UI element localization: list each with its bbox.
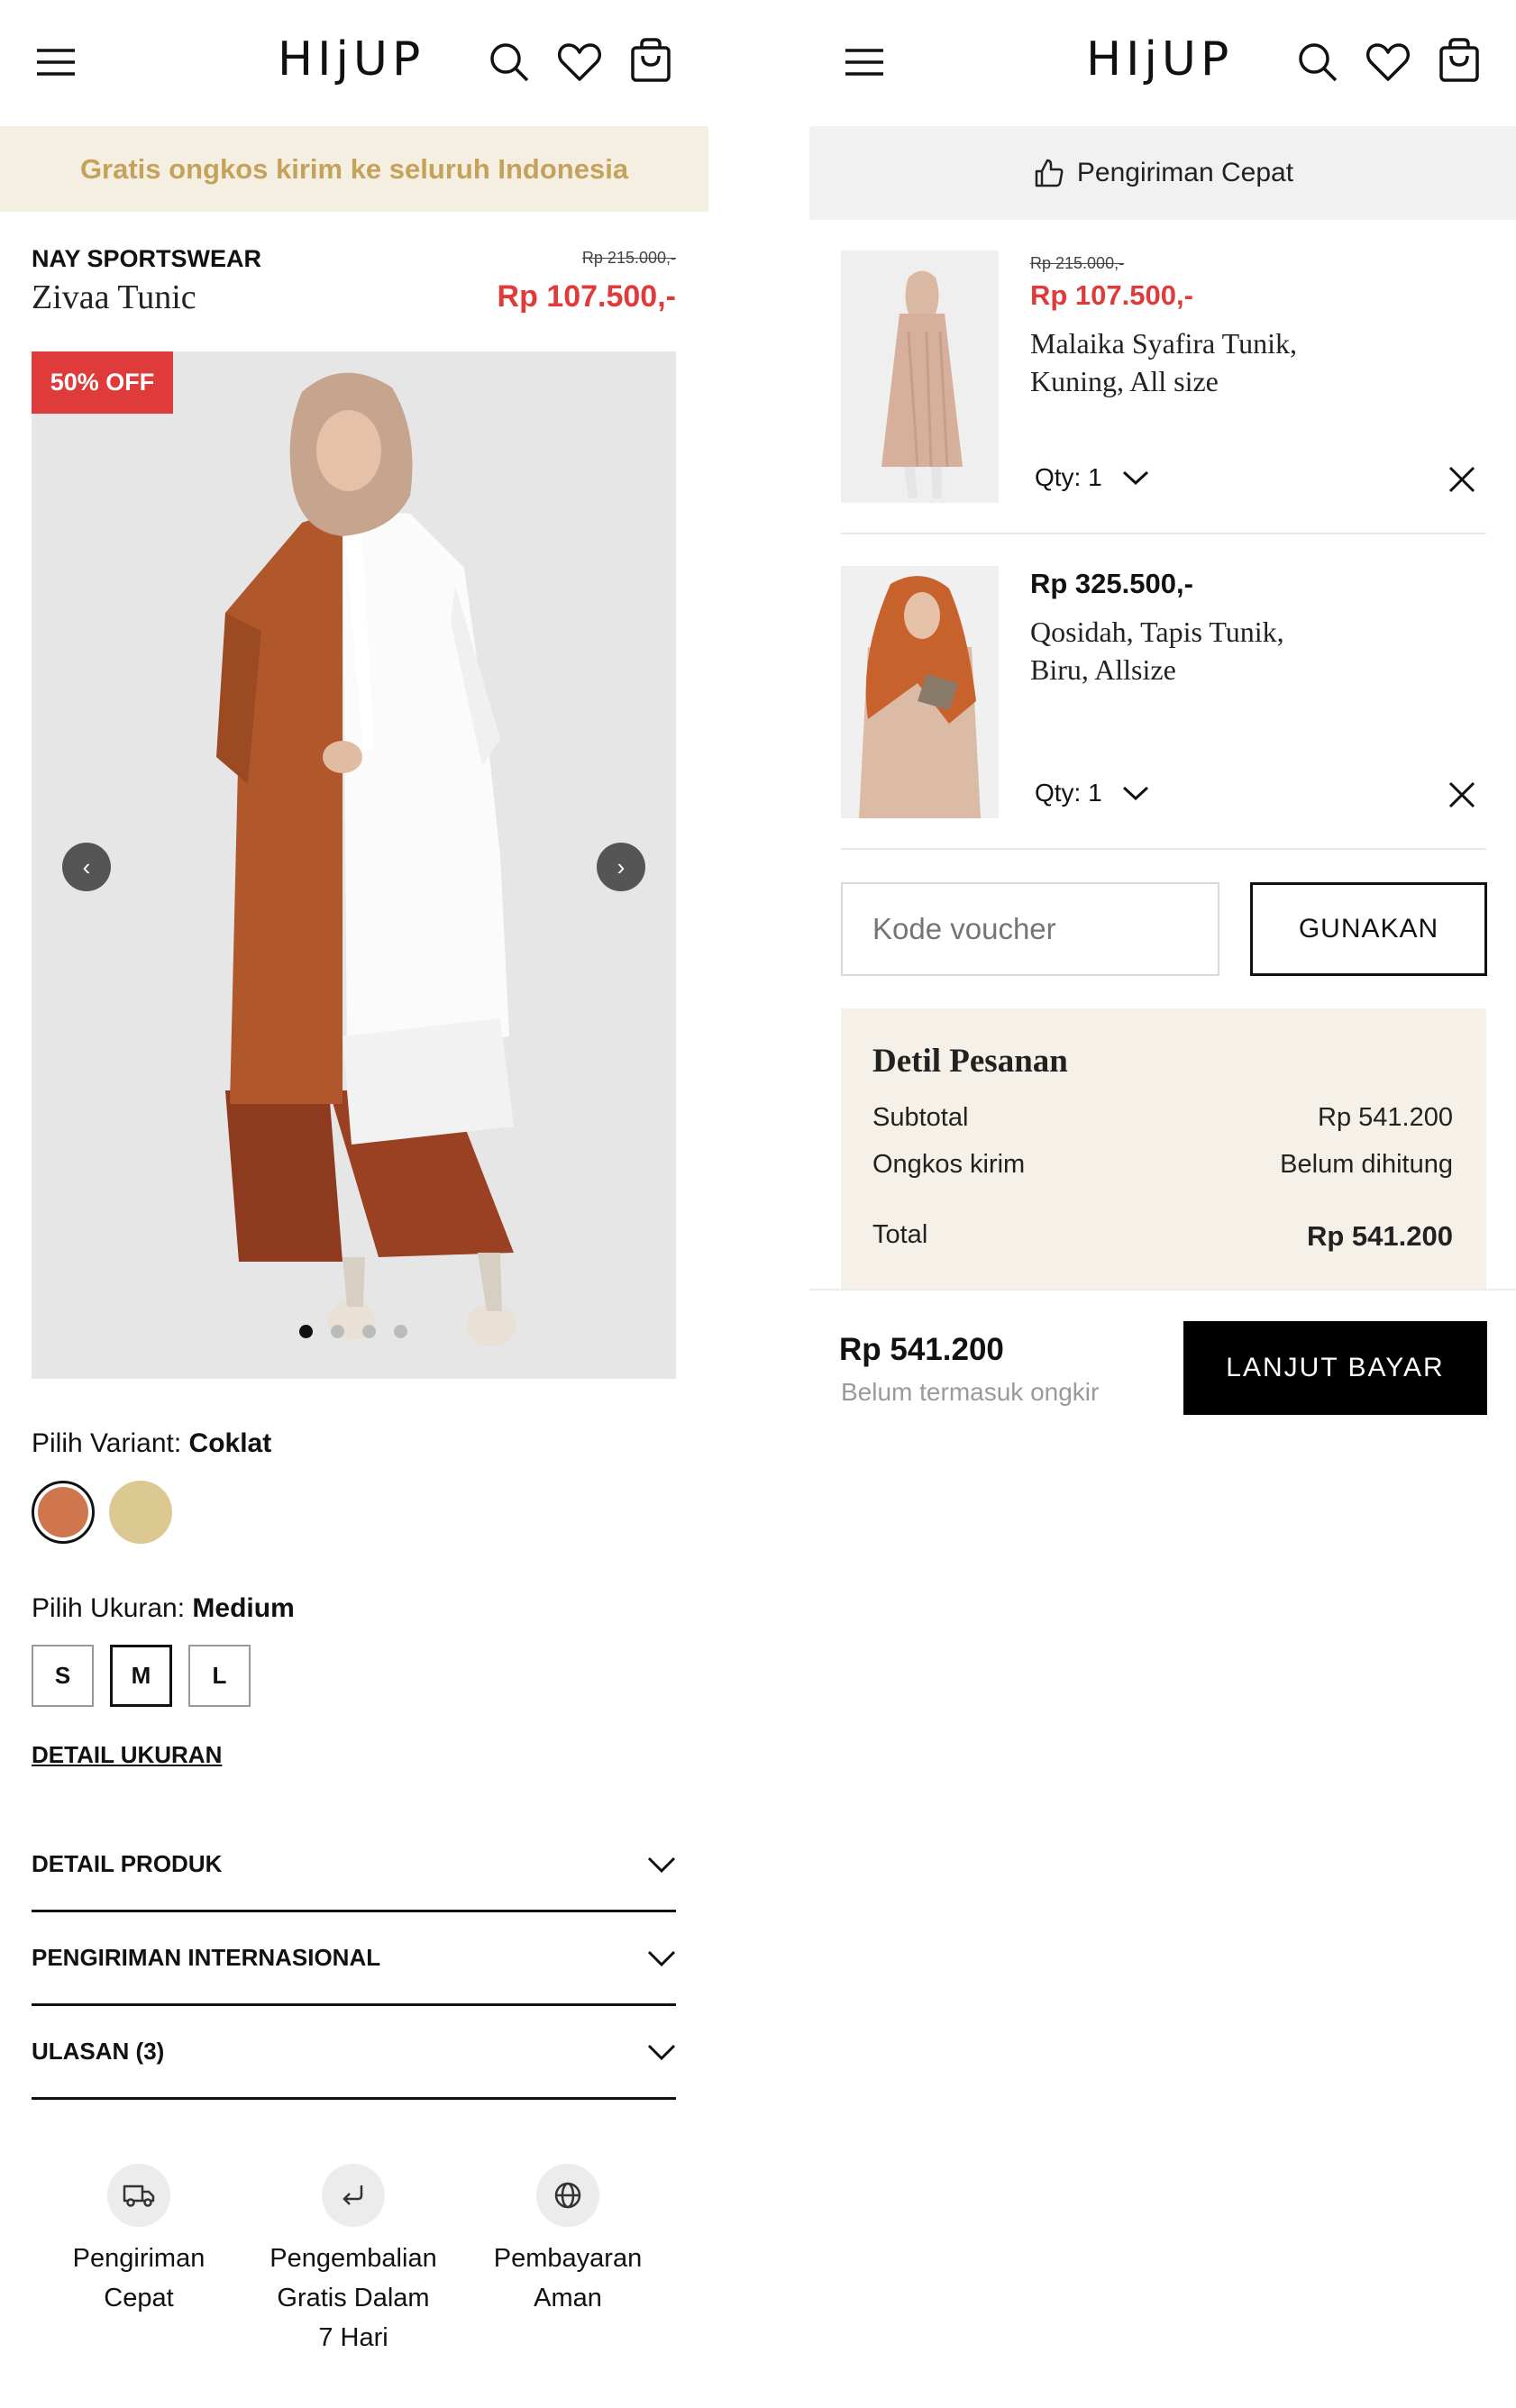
total-label: Total xyxy=(872,1220,928,1249)
item-divider xyxy=(841,533,1486,534)
subtotal-value: Rp 541.200 xyxy=(1318,1103,1453,1132)
menu-icon[interactable] xyxy=(842,40,887,85)
size-option-s[interactable]: S xyxy=(32,1645,94,1707)
accordion-detail-produk[interactable]: DETAIL PRODUK xyxy=(32,1819,676,1912)
thumbs-up-icon xyxy=(1035,159,1064,187)
shopping-bag-icon[interactable] xyxy=(1437,38,1482,83)
cart-item-name-line: Biru, Allsize xyxy=(1030,653,1176,686)
feature-free-returns: Pengembalian Gratis Dalam 7 Hari xyxy=(245,2239,461,2358)
feature-line: Cepat xyxy=(104,2284,174,2312)
cart-item-name-line: Malaika Syafira Tunik, xyxy=(1030,327,1297,360)
quantity-select[interactable]: Qty: 1 xyxy=(1035,779,1149,807)
feature-line: Aman xyxy=(534,2284,602,2312)
product-photo xyxy=(32,351,676,1379)
search-icon[interactable] xyxy=(1295,40,1340,85)
carousel-dot-2[interactable] xyxy=(331,1325,344,1338)
accordion-label: ULASAN (3) xyxy=(32,2038,165,2065)
feature-secure-payment: Pembayaran Aman xyxy=(478,2239,658,2318)
truck-icon xyxy=(107,2164,170,2227)
quantity-value: Qty: 1 xyxy=(1035,779,1102,807)
accordion-label: DETAIL PRODUK xyxy=(32,1850,223,1877)
brand-logo[interactable]: HIjUP xyxy=(278,32,425,87)
cart-item-price: Rp 325.500,- xyxy=(1030,568,1193,599)
shipping-label: Ongkos kirim xyxy=(872,1150,1026,1179)
size-label-row: Pilih Ukuran: Medium xyxy=(32,1593,295,1624)
feature-line: Pengiriman xyxy=(72,2244,205,2273)
free-shipping-banner: Gratis ongkos kirim ke seluruh Indonesia xyxy=(0,126,708,212)
size-selected: Medium xyxy=(192,1593,295,1623)
cart-item-name[interactable]: Malaika Syafira Tunik, Kuning, All size xyxy=(1030,324,1297,400)
original-price: Rp 215.000,- xyxy=(581,249,676,267)
total-value: Rp 541.200 xyxy=(1307,1220,1453,1252)
return-icon xyxy=(322,2164,385,2227)
heart-icon[interactable] xyxy=(1365,40,1411,85)
variant-label: Pilih Variant: xyxy=(32,1428,182,1458)
total-row: Total Rp 541.200 xyxy=(872,1220,1453,1253)
search-icon[interactable] xyxy=(487,40,532,85)
banner-text: Pengiriman Cepat xyxy=(1076,158,1294,187)
shipping-value: Belum dihitung xyxy=(1280,1150,1453,1179)
feature-fast-shipping: Pengiriman Cepat xyxy=(49,2239,229,2318)
cart-item-name[interactable]: Qosidah, Tapis Tunik, Biru, Allsize xyxy=(1030,613,1284,689)
size-option-l[interactable]: L xyxy=(188,1645,251,1707)
fast-shipping-banner: Pengiriman Cepat xyxy=(809,126,1516,220)
product-brand[interactable]: NAY SPORTSWEAR xyxy=(32,245,261,273)
remove-item-icon[interactable] xyxy=(1439,772,1484,817)
product-image-carousel[interactable]: 50% OFF ‹ › xyxy=(32,351,676,1379)
cart-item-image[interactable] xyxy=(841,251,999,503)
prev-image-button[interactable]: ‹ xyxy=(62,843,111,891)
carousel-dot-3[interactable] xyxy=(362,1325,376,1338)
feature-line: Pembayaran xyxy=(493,2244,643,2273)
discount-badge: 50% OFF xyxy=(32,351,173,414)
chevron-down-icon xyxy=(647,2044,676,2060)
cart-item-price: Rp 107.500,- xyxy=(1030,279,1193,311)
shipping-row: Ongkos kirim Belum dihitung xyxy=(872,1150,1453,1180)
accordion-label: PENGIRIMAN INTERNASIONAL xyxy=(32,1944,381,1971)
checkout-button[interactable]: LANJUT BAYAR xyxy=(1183,1321,1487,1415)
chevron-down-icon xyxy=(647,1950,676,1966)
cart-item-image[interactable] xyxy=(841,566,999,818)
heart-icon[interactable] xyxy=(557,40,602,85)
feature-line: Pengembalian xyxy=(269,2244,437,2273)
next-image-button[interactable]: › xyxy=(597,843,645,891)
subtotal-row: Subtotal Rp 541.200 xyxy=(872,1103,1453,1133)
product-name: Zivaa Tunic xyxy=(32,278,196,316)
chevron-down-icon xyxy=(1122,786,1148,800)
feature-line: Gratis Dalam xyxy=(277,2284,430,2312)
size-detail-link[interactable]: DETAIL UKURAN xyxy=(32,1741,222,1769)
voucher-input[interactable] xyxy=(841,882,1219,976)
cart-item-name-line: Qosidah, Tapis Tunik, xyxy=(1030,616,1284,648)
footer-divider xyxy=(809,1289,1516,1291)
discounted-price: Rp 107.500,- xyxy=(497,279,676,314)
cart-item-name-line: Kuning, All size xyxy=(1030,365,1219,397)
remove-item-icon[interactable] xyxy=(1439,457,1484,502)
globe-icon xyxy=(536,2164,599,2227)
feature-line: 7 Hari xyxy=(318,2323,388,2352)
swatch-kuning[interactable] xyxy=(109,1481,172,1544)
footer-note: Belum termasuk ongkir xyxy=(841,1378,1100,1406)
chevron-down-icon xyxy=(647,1856,676,1873)
variant-selected: Coklat xyxy=(188,1428,272,1458)
accordion-pengiriman-internasional[interactable]: PENGIRIMAN INTERNASIONAL xyxy=(32,1912,676,2006)
menu-icon[interactable] xyxy=(33,40,78,85)
accordion-ulasan[interactable]: ULASAN (3) xyxy=(32,2006,676,2100)
brand-logo[interactable]: HIjUP xyxy=(1086,32,1233,87)
order-summary-title: Detil Pesanan xyxy=(872,1043,1068,1080)
carousel-dot-1[interactable] xyxy=(299,1325,313,1338)
banner-text: Gratis ongkos kirim ke seluruh Indonesia xyxy=(79,152,629,185)
apply-voucher-button[interactable]: GUNAKAN xyxy=(1250,882,1487,976)
cart-item-old-price: Rp 215.000,- xyxy=(1030,254,1125,272)
shopping-bag-icon[interactable] xyxy=(628,38,673,83)
item-divider xyxy=(841,848,1486,850)
size-option-m[interactable]: M xyxy=(110,1645,172,1707)
footer-total: Rp 541.200 xyxy=(839,1332,1004,1367)
chevron-down-icon xyxy=(1122,470,1148,485)
carousel-dot-4[interactable] xyxy=(394,1325,407,1338)
size-label: Pilih Ukuran: xyxy=(32,1593,186,1623)
quantity-value: Qty: 1 xyxy=(1035,463,1102,491)
swatch-coklat[interactable] xyxy=(32,1481,95,1544)
subtotal-label: Subtotal xyxy=(872,1103,969,1132)
variant-label-row: Pilih Variant: Coklat xyxy=(32,1428,271,1459)
quantity-select[interactable]: Qty: 1 xyxy=(1035,463,1149,492)
